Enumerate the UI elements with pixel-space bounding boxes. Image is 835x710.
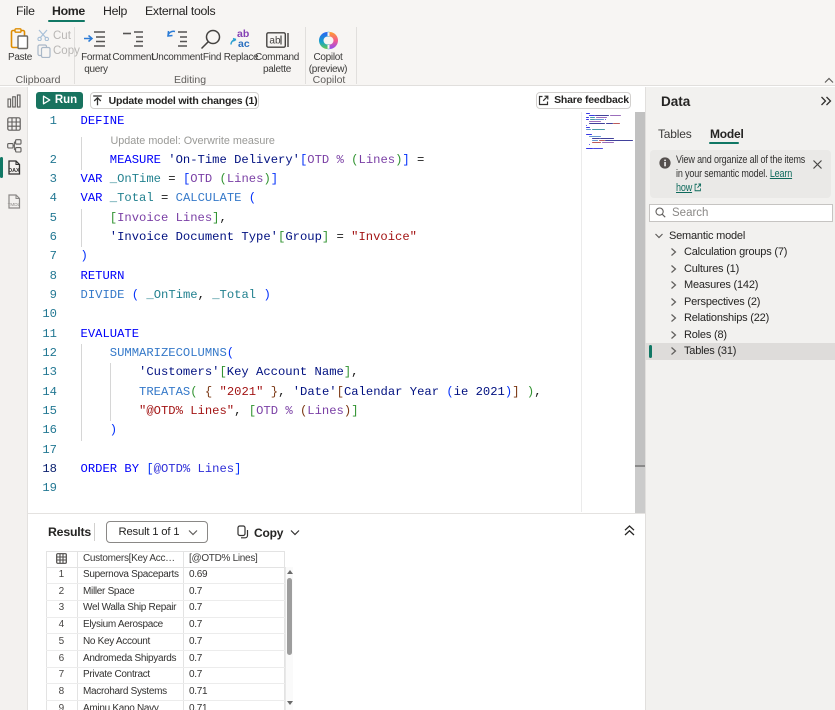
svg-text:TMDL: TMDL (8, 202, 21, 207)
svg-text:ab: ab (269, 36, 281, 47)
svg-text:DAX: DAX (8, 168, 20, 174)
svg-text:ac: ac (238, 38, 250, 50)
